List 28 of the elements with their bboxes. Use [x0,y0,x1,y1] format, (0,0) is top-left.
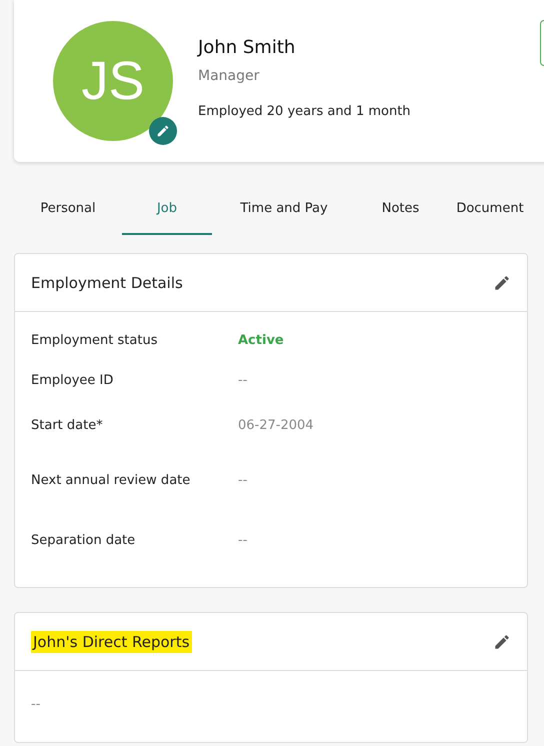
card-title: John's Direct Reports [31,630,192,652]
field-label: Employee ID [31,372,114,388]
field-label: Separation date [31,532,136,548]
pencil-icon [493,632,511,650]
job-title: Manager [198,68,260,84]
field-value: -- [238,472,248,488]
field-label: Next annual review date [31,472,192,488]
tab[interactable]: Time and Pay [212,196,356,235]
tab[interactable]: Notes [356,196,445,235]
tab[interactable]: Document [445,196,535,235]
edit-button[interactable] [493,274,511,292]
employee-name: John Smith [198,37,296,58]
tab[interactable]: Job [122,196,212,235]
pencil-icon [156,124,170,138]
edit-photo-button[interactable] [149,117,177,145]
pencil-icon [493,274,511,292]
tab[interactable]: Personal [14,196,122,235]
field-label: Start date* [31,418,104,432]
avatar-initials: JS [81,50,145,112]
field-value: -- [238,372,248,388]
tenure-text: Employed 20 years and 1 month [198,104,411,119]
card-title: Employment Details [31,274,183,292]
field-value: 06-27-2004 [238,418,314,432]
field-value: -- [238,532,248,548]
field-label: Employment status [31,332,158,348]
field-value: Active [238,332,284,348]
empty-value: -- [31,697,40,712]
edit-button[interactable] [493,632,511,650]
